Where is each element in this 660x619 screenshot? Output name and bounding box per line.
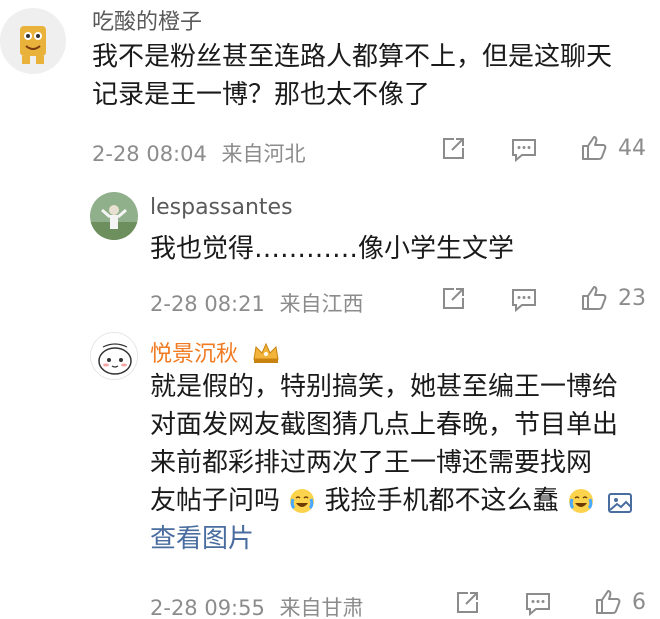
like-count: 44 xyxy=(618,135,646,161)
comment-text: 我不是粉丝甚至连路人都算不上，但是这聊天 记录是王一博？那也太不像了 xyxy=(92,38,612,114)
view-image-link[interactable]: 查看图片 xyxy=(150,520,650,558)
share-icon xyxy=(443,288,464,309)
comment-button[interactable] xyxy=(524,590,552,616)
comment-button[interactable] xyxy=(510,136,538,162)
location: 来自甘肃 xyxy=(279,596,364,619)
comment-line: 就是假的，特别搞笑，她甚至编王一博给 xyxy=(150,372,619,402)
crying-laugh-emoji-icon xyxy=(290,489,315,513)
comment-text: 就是假的，特别搞笑，她甚至编王一博给 对面发网友截图猜几点上春晚，节目单出 来前… xyxy=(150,368,650,558)
comment-line: 记录是王一博？那也太不像了 xyxy=(92,80,431,110)
comment-line-part: 我捡手机都不这么蠢 xyxy=(324,486,559,516)
sponge-cartoon-avatar xyxy=(0,8,66,74)
comment-line: 友帖子问吗 我捡手机都不这么蠢 xyxy=(150,482,650,520)
share-icon xyxy=(457,592,478,613)
timestamp: 2-28 09:55 xyxy=(150,596,265,619)
comment-text: 我也觉得…………像小学生文学 xyxy=(150,230,514,268)
comment-line: 对面发网友截图猜几点上春晚，节目单出 xyxy=(150,410,619,440)
comment-line: 来前都彩排过两次了王一博还需要找网 xyxy=(150,448,593,478)
username[interactable]: 吃酸的橙子 xyxy=(92,4,202,36)
timestamp: 2-28 08:04 xyxy=(92,142,207,166)
comment-line: 我也觉得…………像小学生文学 xyxy=(150,234,515,264)
avatar[interactable] xyxy=(0,8,66,74)
username[interactable]: lespassantes xyxy=(150,195,293,220)
share-button[interactable] xyxy=(440,286,466,312)
comment-icon xyxy=(526,593,550,616)
location: 来自江西 xyxy=(279,292,364,316)
like-button[interactable]: 6 xyxy=(594,588,646,616)
image-icon[interactable] xyxy=(607,491,633,515)
crying-laugh-emoji-icon xyxy=(568,489,593,513)
comment-1: 吃酸的橙子 我不是粉丝甚至连路人都算不上，但是这聊天 记录是王一博？那也太不像了… xyxy=(0,0,660,170)
like-button[interactable]: 23 xyxy=(580,284,646,312)
share-icon xyxy=(443,138,464,159)
avatar[interactable] xyxy=(90,332,138,380)
comment-icon xyxy=(512,289,536,312)
like-count: 6 xyxy=(632,589,646,615)
comment-line-part: 友帖子问吗 xyxy=(150,486,281,516)
comment-meta: 2-28 09:55 来自甘肃 xyxy=(150,592,364,619)
outdoor-photo-avatar xyxy=(90,192,138,240)
comment-meta: 2-28 08:04 来自河北 xyxy=(92,138,306,168)
share-button[interactable] xyxy=(454,590,480,616)
comment-2: lespassantes 我也觉得…………像小学生文学 2-28 08:21 来… xyxy=(0,180,660,320)
cartoon-face-avatar xyxy=(91,333,137,379)
location: 来自河北 xyxy=(221,142,306,166)
like-count: 23 xyxy=(618,285,646,311)
username-text: 悦景沉秋 xyxy=(150,342,239,367)
like-button[interactable]: 44 xyxy=(580,134,646,162)
comment-icon xyxy=(512,139,536,162)
crown-badge-icon xyxy=(253,342,279,363)
avatar[interactable] xyxy=(90,192,138,240)
thumbs-up-icon xyxy=(582,136,607,160)
comment-line: 我不是粉丝甚至连路人都算不上，但是这聊天 xyxy=(92,42,613,72)
comment-meta: 2-28 08:21 来自江西 xyxy=(150,288,364,318)
comment-3: 悦景沉秋 就是假的，特别搞笑，她甚至编王一博给 对面发网友截图猜几点上春晚，节目… xyxy=(0,322,660,619)
comment-button[interactable] xyxy=(510,286,538,312)
share-button[interactable] xyxy=(440,136,466,162)
thumbs-up-icon xyxy=(582,286,607,310)
timestamp: 2-28 08:21 xyxy=(150,292,265,316)
username[interactable]: 悦景沉秋 xyxy=(150,336,281,368)
thumbs-up-icon xyxy=(596,590,621,614)
